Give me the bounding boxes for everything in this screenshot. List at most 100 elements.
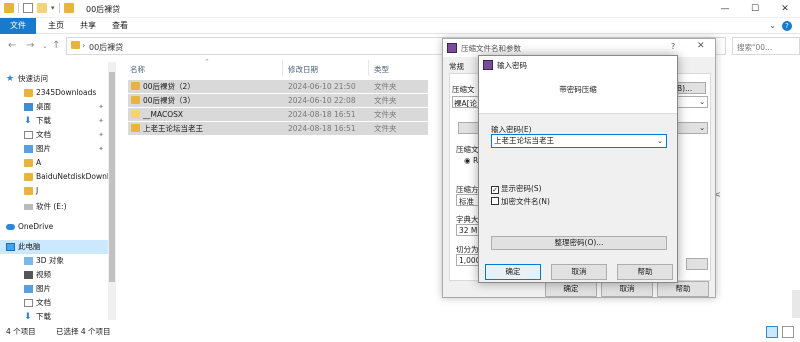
chevron-down-icon[interactable]: ⌄ bbox=[657, 135, 663, 147]
breadcrumb[interactable]: 00后裸贷 bbox=[89, 42, 123, 53]
archive-name-label: 压缩文 bbox=[452, 85, 475, 94]
chevron-down-icon[interactable]: ▾ bbox=[51, 4, 55, 12]
folder-icon bbox=[63, 3, 74, 13]
pin-icon: ✦ bbox=[98, 117, 104, 125]
sidebar-item-a[interactable]: A bbox=[0, 156, 108, 170]
file-date: 2024-08-18 16:51 bbox=[288, 110, 356, 119]
document-icon bbox=[24, 299, 33, 307]
tab-home[interactable]: 主页 bbox=[40, 18, 72, 34]
tab-view[interactable]: 查看 bbox=[104, 18, 136, 34]
archive-name-value: 裸A[论 bbox=[454, 99, 478, 108]
file-date: 2024-08-18 16:51 bbox=[288, 124, 356, 133]
sidebar-item-label: 快速访问 bbox=[18, 74, 48, 83]
search-placeholder: 搜索"00... bbox=[737, 43, 773, 52]
tab-general[interactable]: 常规 bbox=[449, 61, 464, 72]
folder-icon bbox=[131, 96, 140, 104]
ribbon: 文件 主页 共享 查看 ⌄ ? bbox=[0, 18, 800, 34]
forward-arrow-icon[interactable]: → bbox=[26, 40, 34, 51]
password-value: 上老王论坛当老王 bbox=[494, 136, 554, 145]
archive-format-label: 压缩文 bbox=[456, 145, 479, 154]
pin-icon: ✦ bbox=[98, 103, 104, 111]
sidebar-item-documents[interactable]: 文档 ✦ bbox=[0, 128, 108, 142]
column-header-date[interactable]: 修改日期 bbox=[288, 64, 318, 75]
file-row[interactable]: 00后裸贷（3） 2024-06-10 22:08 文件夹 bbox=[128, 94, 428, 107]
file-name: 00后裸贷（3） bbox=[143, 96, 195, 105]
scrollbar-thumb[interactable] bbox=[109, 72, 115, 282]
ok-button[interactable]: 确定 bbox=[485, 264, 541, 280]
chevron-down-icon[interactable]: ⌄ bbox=[699, 97, 705, 106]
show-password-checkbox[interactable]: ✓ 显示密码(S) bbox=[491, 184, 542, 194]
sidebar-item-2345downloads[interactable]: 2345Downloads bbox=[0, 86, 108, 100]
search-input[interactable]: 搜索"00... bbox=[732, 37, 800, 55]
pin-icon: ✦ bbox=[98, 145, 104, 153]
sidebar-item-baidunetdisk[interactable]: BaiduNetdiskDownlo bbox=[0, 170, 108, 184]
sidebar-item-pictures-pc[interactable]: 图片 bbox=[0, 282, 108, 296]
checkbox-unchecked-icon bbox=[491, 197, 499, 205]
sidebar-item-videos[interactable]: 视频 bbox=[0, 268, 108, 282]
sidebar-item-3d-objects[interactable]: 3D 对象 bbox=[0, 254, 108, 268]
enter-password-dialog: 输入密码 带密码压缩 输入密码(E) 上老王论坛当老王 ⌄ ✓ 显示密码(S) 加… bbox=[478, 55, 678, 283]
help-button[interactable]: ? bbox=[671, 42, 675, 51]
help-icon[interactable]: ? bbox=[782, 21, 792, 31]
sidebar-item-label: 软件 (E:) bbox=[36, 202, 67, 211]
tab-file[interactable]: 文件 bbox=[0, 18, 36, 34]
new-folder-icon[interactable] bbox=[37, 3, 47, 13]
column-header-type[interactable]: 类型 bbox=[374, 64, 389, 75]
dialog-header: 带密码压缩 bbox=[479, 74, 677, 114]
properties-icon[interactable] bbox=[23, 3, 33, 13]
close-button[interactable]: ✕ bbox=[697, 41, 705, 51]
desktop-icon bbox=[24, 103, 33, 111]
tab-share[interactable]: 共享 bbox=[72, 18, 104, 34]
details-view-icon[interactable] bbox=[766, 326, 778, 338]
file-row[interactable]: 上老王论坛当老王 2024-08-18 16:51 文件夹 bbox=[128, 122, 428, 135]
sidebar-item-this-pc[interactable]: 此电脑 bbox=[0, 240, 108, 254]
organize-passwords-button[interactable]: 整理密码(O)... bbox=[491, 236, 667, 250]
maximize-button[interactable]: ☐ bbox=[740, 0, 770, 18]
large-icons-view-icon[interactable] bbox=[782, 326, 794, 338]
column-header-name[interactable]: 名称 bbox=[130, 64, 145, 75]
chevron-down-icon[interactable]: ⌄ bbox=[769, 21, 776, 30]
picture-icon bbox=[24, 285, 33, 293]
minimize-button[interactable]: — bbox=[710, 0, 740, 18]
folder-icon bbox=[131, 82, 140, 90]
back-arrow-icon[interactable]: ← bbox=[8, 40, 16, 51]
dialog-heading: 带密码压缩 bbox=[559, 85, 597, 94]
set-password-button-fragment[interactable] bbox=[686, 258, 708, 270]
file-type: 文件夹 bbox=[374, 96, 397, 105]
sidebar-item-documents-pc[interactable]: 文档 bbox=[0, 296, 108, 310]
chevron-down-icon[interactable]: ⌄ bbox=[42, 42, 48, 50]
sidebar-item-downloads[interactable]: ⬇ 下载 ✦ bbox=[0, 114, 108, 128]
sidebar-item-label: 此电脑 bbox=[18, 242, 41, 251]
selected-count: 已选择 4 个项目 bbox=[56, 327, 111, 336]
sidebar-item-quick-access[interactable]: ★ 快速访问 bbox=[0, 72, 108, 86]
sidebar-item-desktop[interactable]: 桌面 ✦ bbox=[0, 100, 108, 114]
help-button[interactable]: 帮助 bbox=[617, 264, 673, 280]
sort-arrow-icon: ⌃ bbox=[204, 58, 210, 66]
sidebar-scrollbar[interactable] bbox=[108, 62, 116, 320]
encrypt-filenames-checkbox[interactable]: 加密文件名(N) bbox=[491, 197, 550, 207]
sidebar-item-onedrive[interactable]: OneDrive bbox=[0, 220, 108, 234]
up-arrow-icon[interactable]: ↑ bbox=[52, 40, 60, 51]
sidebar-item-label: 桌面 bbox=[36, 102, 51, 111]
close-button[interactable]: ✕ bbox=[770, 0, 800, 18]
list-scrollbar[interactable] bbox=[792, 290, 800, 318]
cancel-button[interactable]: 取消 bbox=[551, 264, 607, 280]
sidebar-item-drive-e[interactable]: 软件 (E:) bbox=[0, 200, 108, 214]
breadcrumb-separator-icon: › bbox=[82, 41, 86, 50]
sidebar-item-j[interactable]: J bbox=[0, 184, 108, 198]
quick-access-toolbar: ▾ bbox=[4, 3, 74, 13]
file-date: 2024-06-10 22:08 bbox=[288, 96, 356, 105]
sidebar-item-pictures[interactable]: 图片 ✦ bbox=[0, 142, 108, 156]
dialog-title-bar: 输入密码 bbox=[479, 56, 677, 74]
ok-button[interactable]: 确定 bbox=[545, 281, 597, 297]
cancel-button[interactable]: 取消 bbox=[601, 281, 653, 297]
sidebar-item-label: 文档 bbox=[36, 298, 51, 307]
column-divider[interactable] bbox=[368, 60, 369, 76]
file-row[interactable]: 00后裸贷（2） 2024-06-10 21:50 文件夹 bbox=[128, 80, 428, 93]
help-button[interactable]: 帮助 bbox=[657, 281, 709, 297]
sidebar-item-label: 文档 bbox=[36, 130, 51, 139]
column-divider[interactable] bbox=[282, 60, 283, 76]
window-controls: — ☐ ✕ bbox=[710, 0, 800, 18]
password-input[interactable]: 上老王论坛当老王 ⌄ bbox=[491, 134, 667, 148]
file-row[interactable]: __MACOSX 2024-08-18 16:51 文件夹 bbox=[128, 108, 428, 121]
